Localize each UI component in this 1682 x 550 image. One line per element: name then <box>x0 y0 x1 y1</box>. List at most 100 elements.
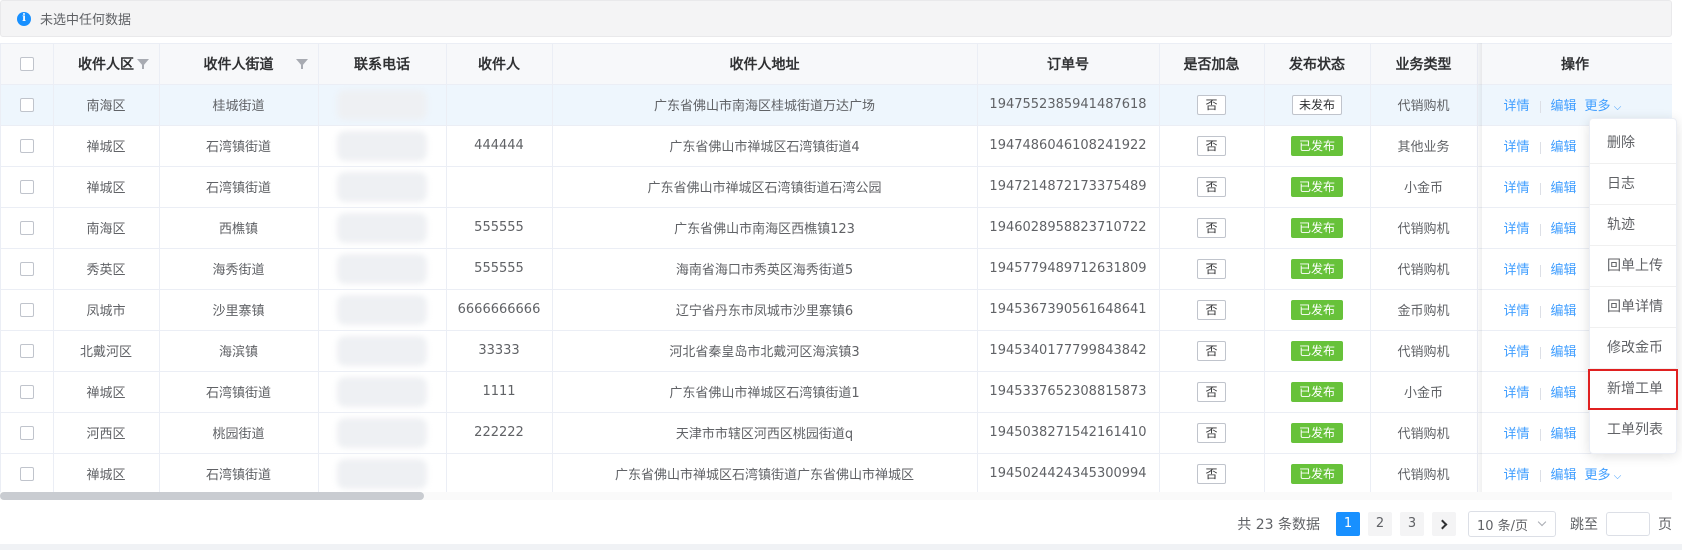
detail-link[interactable]: 详情 <box>1504 468 1530 483</box>
row-select-cell[interactable] <box>1 412 54 454</box>
row-checkbox[interactable] <box>19 261 34 276</box>
row-checkbox[interactable] <box>19 220 34 235</box>
row-select-cell[interactable] <box>1 207 54 249</box>
menu-item-delete[interactable]: 删除 <box>1590 123 1676 164</box>
cell-order: 1945340177799843842 <box>977 330 1160 372</box>
detail-link[interactable]: 详情 <box>1504 386 1530 401</box>
cell-name: 222222 <box>446 412 553 454</box>
row-select-cell[interactable] <box>1 371 54 413</box>
redacted-phone <box>337 376 427 407</box>
cell-urgent: 否 <box>1159 125 1265 167</box>
row-checkbox[interactable] <box>19 384 34 399</box>
row-select-cell[interactable] <box>1 248 54 290</box>
status-badge: 未发布 <box>1291 94 1342 115</box>
row-checkbox[interactable] <box>19 302 34 317</box>
more-actions-button[interactable]: 更多 ⌵ <box>1585 468 1622 483</box>
edit-link[interactable]: 编辑 <box>1551 99 1577 114</box>
menu-item-receipt-detail[interactable]: 回单详情 <box>1590 287 1676 328</box>
menu-item-track[interactable]: 轨迹 <box>1590 205 1676 246</box>
more-actions-button[interactable]: 更多 ⌵ <box>1585 99 1622 114</box>
row-select-cell[interactable] <box>1 453 54 495</box>
select-all-checkbox[interactable] <box>19 56 34 71</box>
detail-link[interactable]: 详情 <box>1504 304 1530 319</box>
row-select-cell[interactable] <box>1 330 54 372</box>
menu-item-edit-coins[interactable]: 修改金币 <box>1590 328 1676 369</box>
edit-link[interactable]: 编辑 <box>1551 181 1577 196</box>
table-row: 秀英区 海秀街道 555555 海南省海口市秀英区海秀街道5 1945779489712… <box>1 248 1672 290</box>
menu-item-log[interactable]: 日志 <box>1590 164 1676 205</box>
header-name: 收件人 <box>446 44 553 85</box>
action-divider <box>1539 141 1541 154</box>
page-1-button[interactable]: 1 <box>1336 512 1360 536</box>
cell-name: 555555 <box>446 248 553 290</box>
cell-order: 1945779489712631809 <box>977 248 1160 290</box>
row-select-cell[interactable] <box>1 125 54 167</box>
redacted-phone <box>337 294 427 325</box>
redacted-phone <box>337 335 427 366</box>
cell-name: 444444 <box>446 125 553 167</box>
edit-link[interactable]: 编辑 <box>1551 386 1577 401</box>
redacted-phone <box>337 253 427 284</box>
row-checkbox[interactable] <box>19 179 34 194</box>
menu-item-receipt-upload[interactable]: 回单上传 <box>1590 246 1676 287</box>
edit-link[interactable]: 编辑 <box>1551 263 1577 278</box>
row-checkbox[interactable] <box>19 425 34 440</box>
cell-status: 已发布 <box>1264 125 1371 167</box>
cell-name: 1111 <box>446 371 553 413</box>
header-select-all[interactable] <box>1 44 54 85</box>
header-status: 发布状态 <box>1264 44 1371 85</box>
row-checkbox[interactable] <box>19 138 34 153</box>
detail-link[interactable]: 详情 <box>1504 427 1530 442</box>
page-2-button[interactable]: 2 <box>1368 512 1392 536</box>
cell-street: 西樵镇 <box>159 207 319 249</box>
row-select-cell[interactable] <box>1 84 54 126</box>
cell-order: 1945038271542161410 <box>977 412 1160 454</box>
status-badge: 已发布 <box>1290 463 1343 484</box>
table-row: 禅城区 石湾镇街道 444444 广东省佛山市禅城区石湾镇街道4 19474860461… <box>1 125 1672 167</box>
cell-street: 沙里寨镇 <box>159 289 319 331</box>
redacted-phone <box>337 89 427 120</box>
cell-urgent: 否 <box>1159 412 1265 454</box>
edit-link[interactable]: 编辑 <box>1551 304 1577 319</box>
action-divider <box>1539 428 1541 441</box>
cell-street: 石湾镇街道 <box>159 371 319 413</box>
edit-link[interactable]: 编辑 <box>1551 222 1577 237</box>
status-badge: 已发布 <box>1290 381 1343 402</box>
urgent-tag: 否 <box>1197 176 1226 197</box>
detail-link[interactable]: 详情 <box>1504 99 1530 114</box>
urgent-tag: 否 <box>1197 217 1226 238</box>
cell-urgent: 否 <box>1159 248 1265 290</box>
cell-address: 天津市市辖区河西区桃园街道q <box>552 412 978 454</box>
edit-link[interactable]: 编辑 <box>1551 468 1577 483</box>
orders-table: 收件人区 收件人街道 联系电话 收件人 收件人地址 订单号 是否加急 发布状态 … <box>0 43 1672 500</box>
page-size-select[interactable]: 10 条/页 <box>1468 511 1556 537</box>
detail-link[interactable]: 详情 <box>1504 263 1530 278</box>
row-checkbox[interactable] <box>19 97 34 112</box>
goto-page-input[interactable] <box>1606 512 1650 536</box>
detail-link[interactable]: 详情 <box>1504 140 1530 155</box>
row-checkbox[interactable] <box>19 343 34 358</box>
filter-icon[interactable] <box>295 59 308 69</box>
edit-link[interactable]: 编辑 <box>1551 345 1577 360</box>
cell-district: 禅城区 <box>53 371 160 413</box>
filter-icon[interactable] <box>136 59 149 69</box>
detail-link[interactable]: 详情 <box>1504 181 1530 196</box>
row-select-cell[interactable] <box>1 289 54 331</box>
next-page-button[interactable] <box>1432 512 1456 536</box>
detail-link[interactable]: 详情 <box>1504 222 1530 237</box>
page-3-button[interactable]: 3 <box>1400 512 1424 536</box>
row-checkbox[interactable] <box>19 466 34 481</box>
pagination: 共 23 条数据 1 2 3 10 条/页 跳至 页 <box>1237 511 1672 537</box>
chevron-right-icon <box>1437 519 1448 529</box>
scrollbar-thumb[interactable] <box>0 492 424 500</box>
menu-item-ticket-list[interactable]: 工单列表 <box>1590 410 1676 451</box>
cell-address: 广东省佛山市南海区西樵镇123 <box>552 207 978 249</box>
detail-link[interactable]: 详情 <box>1504 345 1530 360</box>
cell-urgent: 否 <box>1159 330 1265 372</box>
edit-link[interactable]: 编辑 <box>1551 140 1577 155</box>
menu-item-new-ticket[interactable]: 新增工单 <box>1588 369 1678 410</box>
edit-link[interactable]: 编辑 <box>1551 427 1577 442</box>
cell-district: 禅城区 <box>53 453 160 495</box>
cell-order: 1947214872173375489 <box>977 166 1160 208</box>
row-select-cell[interactable] <box>1 166 54 208</box>
